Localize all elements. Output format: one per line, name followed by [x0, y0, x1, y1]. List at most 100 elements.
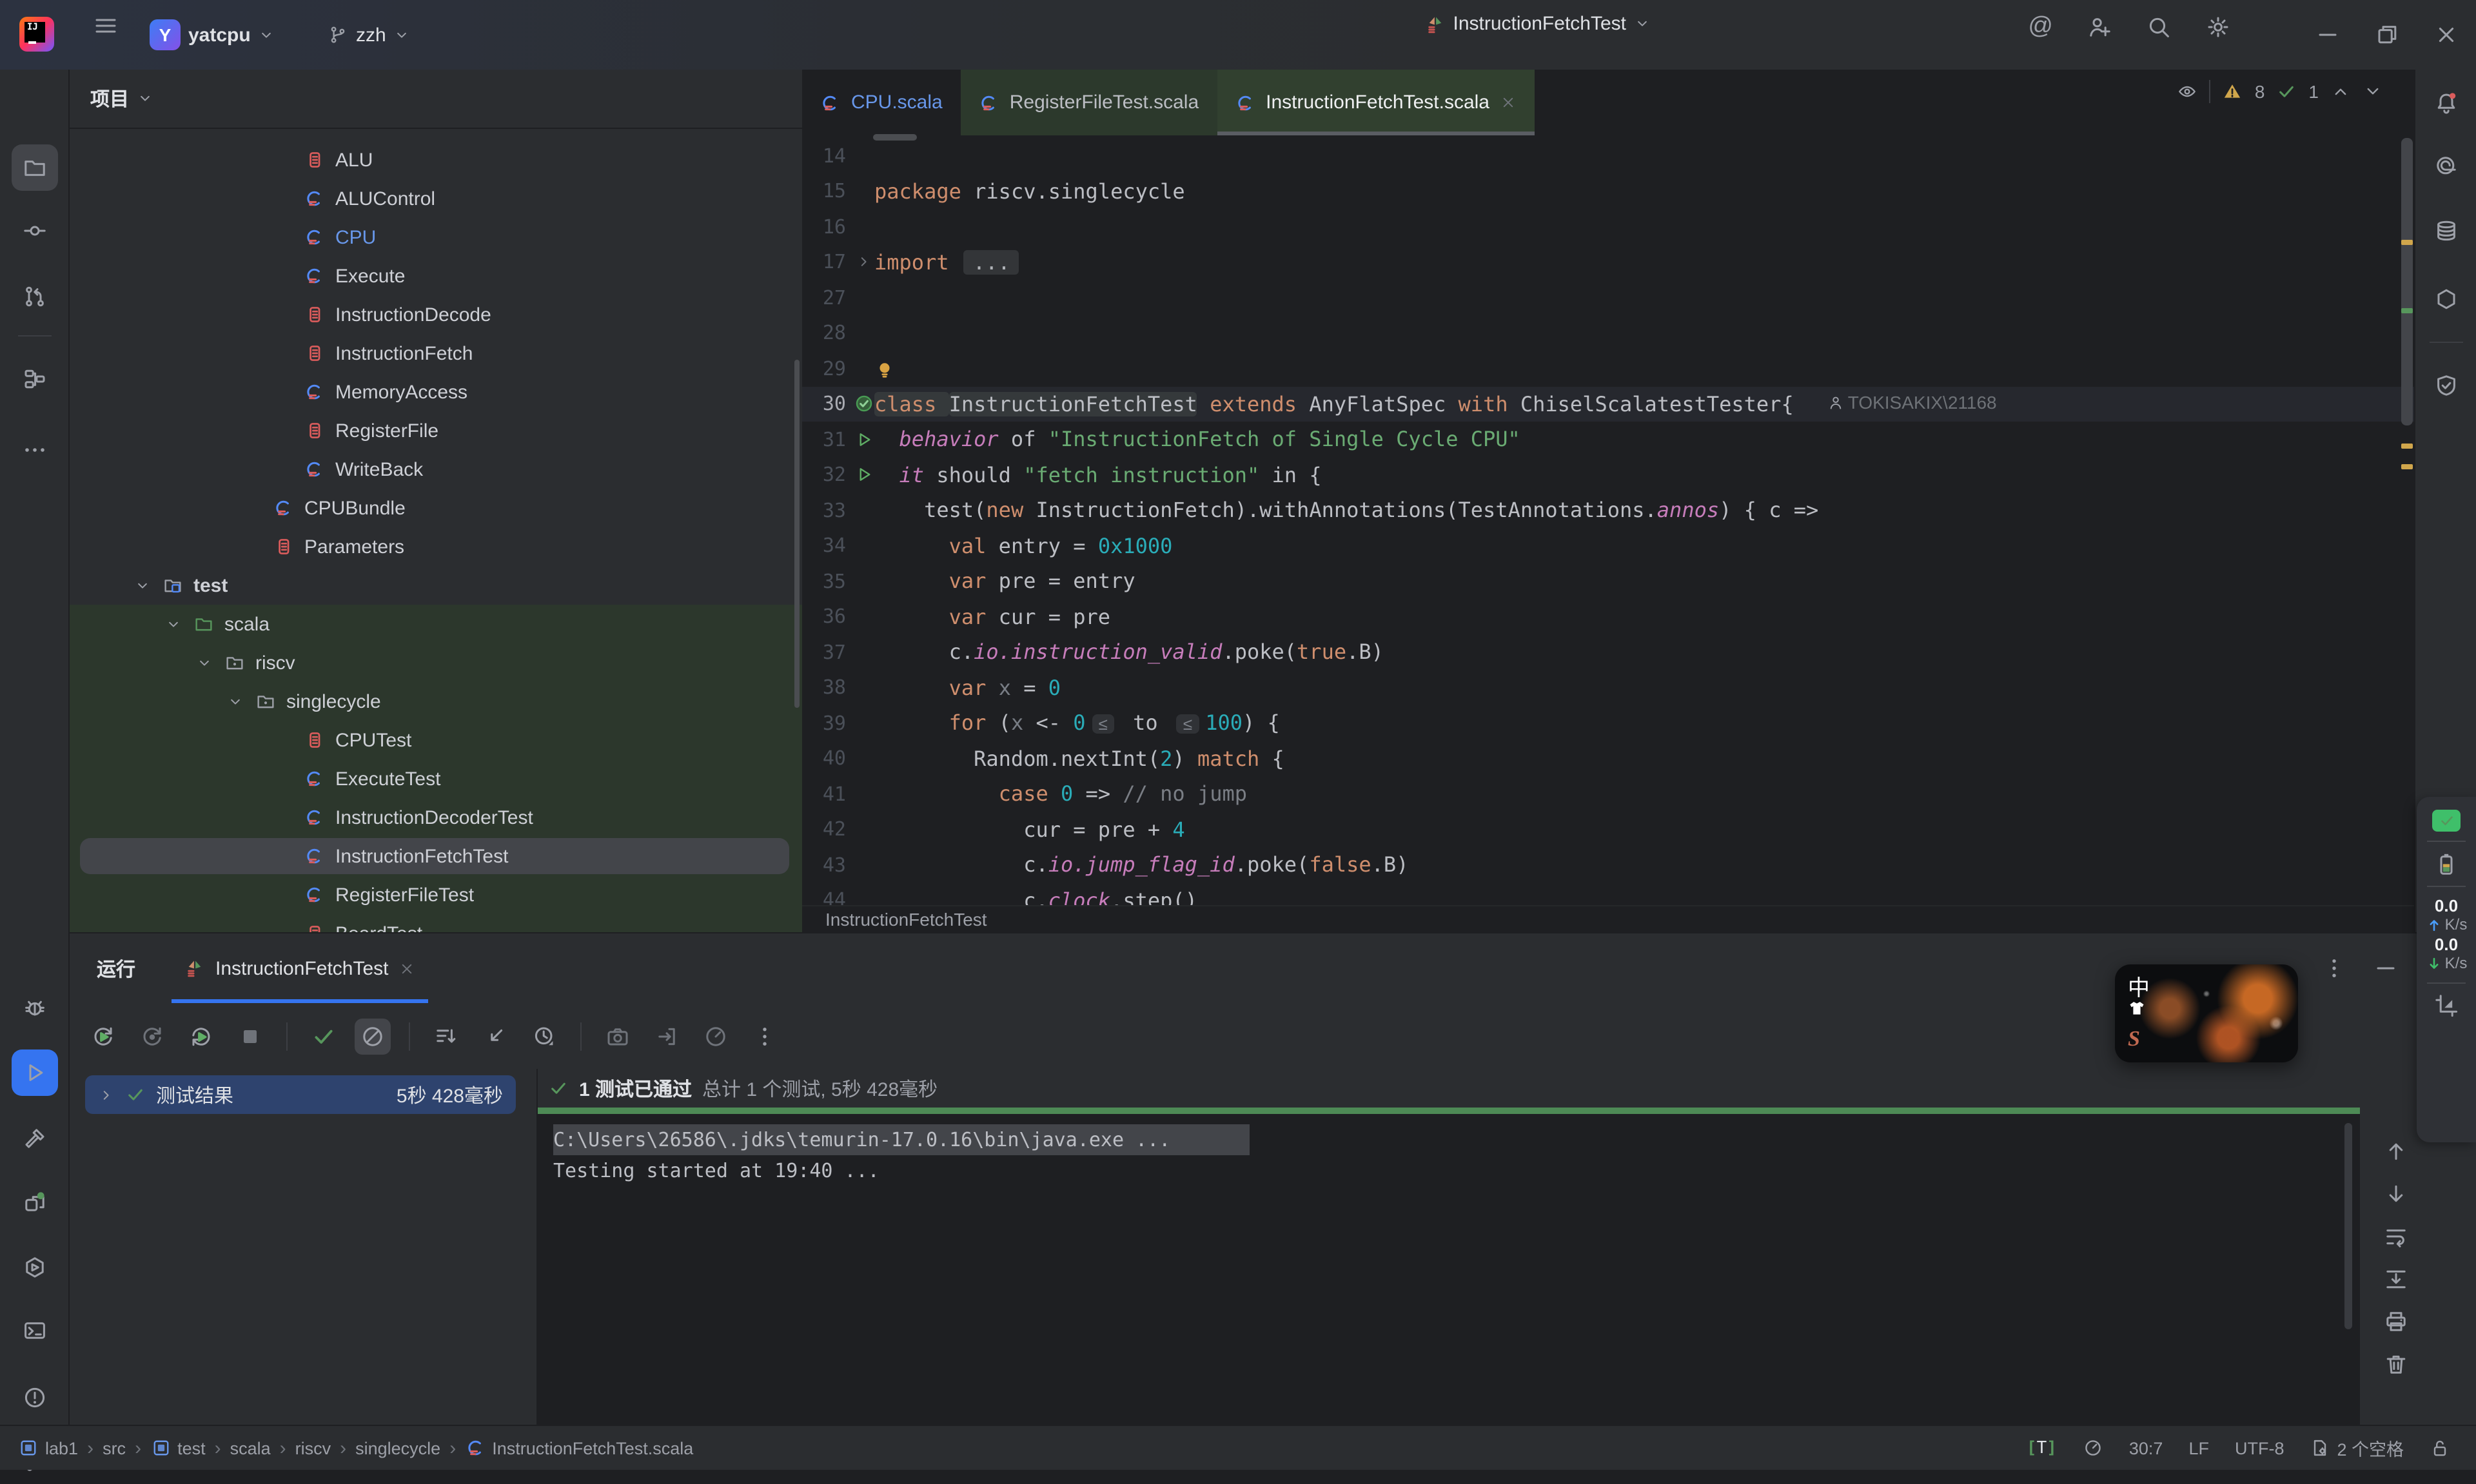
commit-tool-button[interactable] [12, 208, 58, 254]
close-icon[interactable] [399, 960, 416, 977]
chevron-down-icon[interactable] [196, 654, 213, 671]
status-breadcrumb-riscv[interactable]: riscv [295, 1438, 331, 1458]
status-breadcrumb-InstructionFetchTest.scala[interactable]: InstructionFetchTest.scala [465, 1438, 693, 1458]
tree-item-scala[interactable]: scala [70, 605, 802, 643]
run-gutter-icon[interactable] [851, 465, 877, 485]
tree-item-singlecycle[interactable]: singlecycle [70, 682, 802, 721]
tree-item-RegisterFile[interactable]: RegisterFile [70, 411, 802, 450]
type-aware-indicator[interactable]: [T] [2027, 1438, 2057, 1458]
test-history-button[interactable] [698, 1018, 734, 1054]
project-widget[interactable]: Y yatcpu [139, 13, 286, 57]
terminal-tool-button[interactable] [12, 1307, 58, 1354]
debug-tool-button[interactable] [12, 984, 58, 1030]
code-line-15[interactable]: 15package riscv.singlecycle [802, 173, 2414, 209]
code-line-16[interactable]: 16 [802, 209, 2414, 244]
branch-widget[interactable]: zzh [317, 13, 421, 57]
project-tree-scrollbar[interactable] [794, 360, 800, 708]
tree-item-RegisterFileTest[interactable]: RegisterFileTest [70, 875, 802, 914]
code-line-32[interactable]: 32 it should "fetch instruction" in { [802, 457, 2414, 493]
breadcrumb-element[interactable]: InstructionFetchTest [825, 909, 987, 930]
dependencies-check-button[interactable] [2423, 362, 2470, 409]
fold-chevron-icon[interactable] [856, 249, 872, 275]
services-tool-button[interactable] [12, 1178, 58, 1225]
run-configuration-widget[interactable]: InstructionFetchTest [1425, 13, 1651, 35]
code-line-42[interactable]: 42 cur = pre + 4 [802, 812, 2414, 847]
status-breadcrumb-singlecycle[interactable]: singlecycle [355, 1438, 440, 1458]
tree-item-ALUControl[interactable]: ALUControl [70, 179, 802, 218]
code-line-36[interactable]: 36 var cur = pre [802, 599, 2414, 634]
build-tool-window-button[interactable] [2423, 276, 2470, 322]
run-tab[interactable]: InstructionFetchTest [172, 933, 428, 1003]
run-gutter-icon[interactable] [851, 429, 877, 450]
more-tools-button[interactable] [12, 427, 58, 473]
tree-item-riscv[interactable]: riscv [70, 643, 802, 682]
line-ending[interactable]: LF [2188, 1438, 2209, 1458]
problems-tool-button[interactable] [12, 1374, 58, 1421]
show-ignored-button[interactable] [355, 1018, 391, 1054]
tree-item-InstructionDecoderTest[interactable]: InstructionDecoderTest [70, 798, 802, 837]
pull-requests-tool-button[interactable] [12, 273, 58, 320]
snapshot-button[interactable] [600, 1018, 636, 1054]
eye-icon[interactable] [2177, 81, 2198, 102]
status-breadcrumb-scala[interactable]: scala [230, 1438, 271, 1458]
sort-by-button[interactable] [428, 1018, 464, 1054]
screenshot-crop-icon[interactable] [2433, 993, 2459, 1019]
indent-widget[interactable]: 2 个空格 [2310, 1435, 2404, 1461]
soft-wrap-button[interactable] [2381, 1221, 2412, 1252]
chevron-down-icon[interactable] [134, 577, 151, 594]
kebab-icon[interactable] [2321, 955, 2347, 981]
status-breadcrumb-lab1[interactable]: lab1 [18, 1438, 78, 1458]
chevron-down-icon[interactable] [227, 693, 244, 710]
tree-item-CPUTest[interactable]: CPUTest [70, 721, 802, 759]
tree-item-BoardTest[interactable]: BoardTest [70, 914, 802, 932]
close-icon[interactable] [1500, 94, 1517, 111]
tree-item-MemoryAccess[interactable]: MemoryAccess [70, 373, 802, 411]
chevron-up-icon[interactable] [2330, 81, 2351, 102]
code-line-27[interactable]: 27 [802, 280, 2414, 315]
code-line-28[interactable]: 28 [802, 315, 2414, 351]
import-test-results-button[interactable] [649, 1018, 685, 1054]
tree-item-InstructionFetch[interactable]: InstructionFetch [70, 334, 802, 373]
code-line-33[interactable]: 33 test(new InstructionFetch).withAnnota… [802, 493, 2414, 528]
folded-region[interactable]: ... [964, 250, 1019, 275]
tree-item-InstructionFetchTest[interactable]: InstructionFetchTest [70, 837, 802, 875]
gauge-icon[interactable] [2083, 1438, 2103, 1458]
console-pane[interactable]: 1 测试已通过 总计 1 个测试, 5秒 428毫秒 C:\Users\2658… [538, 1069, 2476, 1426]
code-line-14[interactable]: 14 [802, 138, 2414, 173]
rerun-failed-button[interactable] [134, 1018, 170, 1054]
code-line-43[interactable]: 43 c.io.jump_flag_id.poke(false.B) [802, 847, 2414, 883]
chevron-down-icon[interactable] [165, 616, 182, 632]
editor-tab-CPU.scala[interactable]: CPU.scala [802, 70, 961, 135]
intellij-logo-icon[interactable]: IJ [19, 17, 54, 52]
main-menu-button[interactable] [93, 13, 119, 39]
inspection-widget[interactable]: 8 1 [2177, 75, 2383, 108]
build-tool-button[interactable] [12, 1115, 58, 1162]
intention-bulb-icon[interactable] [874, 360, 895, 380]
stop-button[interactable] [232, 1018, 268, 1054]
toggle-auto-test-button[interactable] [183, 1018, 219, 1054]
next-occurrence-button[interactable] [2381, 1178, 2412, 1209]
clear-all-button[interactable] [2381, 1349, 2412, 1380]
toolbar-kebab-button[interactable] [747, 1018, 783, 1054]
network-monitor-overlay[interactable]: 0.0 K/s 0.0 K/s [2417, 797, 2476, 1142]
editor-scrollbar[interactable] [2401, 138, 2413, 425]
code-line-35[interactable]: 35 var pre = entry [802, 563, 2414, 599]
code-line-37[interactable]: 37 c.io.instruction_valid.poke(true.B) [802, 634, 2414, 670]
lock-open-icon[interactable] [2430, 1438, 2450, 1458]
minimize-icon[interactable] [2373, 955, 2399, 981]
ime-language-indicator[interactable]: 中 [2128, 970, 2150, 1002]
settings-gear-icon[interactable] [2205, 14, 2231, 40]
window-restore-button[interactable] [2357, 0, 2417, 70]
code-line-17[interactable]: 17import ... [802, 244, 2414, 280]
tree-item-InstructionDecode[interactable]: InstructionDecode [70, 295, 802, 334]
window-close-button[interactable] [2417, 0, 2476, 70]
search-everywhere-icon[interactable] [2146, 14, 2172, 40]
encoding[interactable]: UTF-8 [2235, 1438, 2284, 1458]
tree-item-ExecuteTest[interactable]: ExecuteTest [70, 759, 802, 798]
tree-item-CPU[interactable]: CPU [70, 218, 802, 257]
code-line-40[interactable]: 40 Random.nextInt(2) match { [802, 741, 2414, 776]
test-passed-gutter-icon[interactable] [851, 394, 877, 415]
ime-skin-icon[interactable] [2127, 998, 2147, 1019]
caret-position[interactable]: 30:7 [2129, 1438, 2163, 1458]
code-line-41[interactable]: 41 case 0 => // no jump [802, 776, 2414, 812]
